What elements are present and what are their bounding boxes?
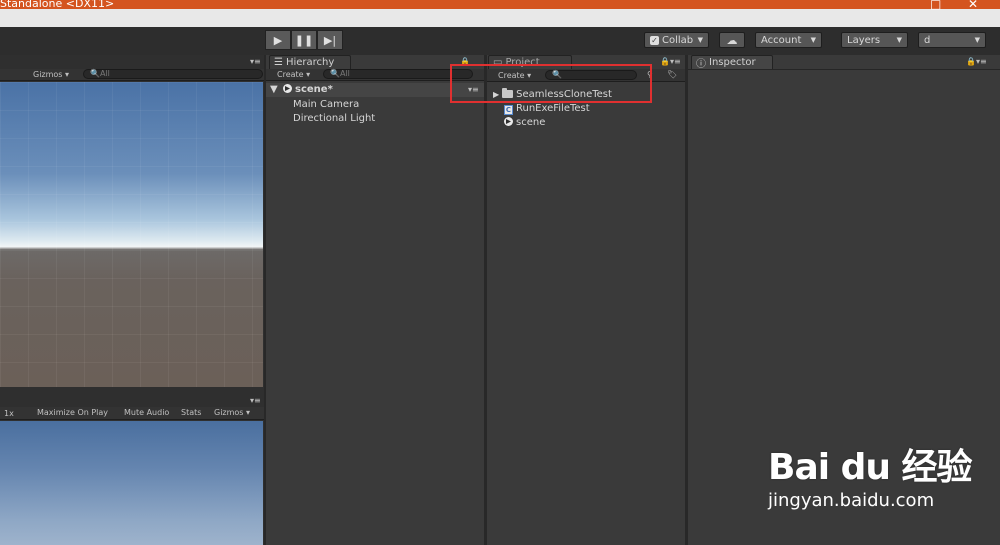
game-gizmos-dropdown[interactable]: Gizmos ▾	[214, 408, 250, 417]
cloud-button[interactable]: ☁	[719, 32, 745, 48]
maximize-on-play-toggle[interactable]: Maximize On Play	[37, 408, 108, 417]
close-button[interactable]: ✕	[968, 0, 978, 11]
account-dropdown[interactable]: Account ▼	[755, 32, 822, 48]
scene-name: scene*	[283, 84, 333, 95]
cloud-icon: ☁	[726, 33, 738, 47]
project-item-scene[interactable]: scene	[504, 117, 545, 128]
mute-audio-toggle[interactable]: Mute Audio	[124, 408, 169, 417]
pause-button[interactable]: ❚❚	[291, 30, 317, 50]
playback-controls: ▶ ❚❚ ▶|	[265, 30, 343, 50]
hierarchy-panel	[266, 55, 484, 545]
title-bar: Standalone <DX11> □ ✕	[0, 0, 1000, 27]
chevron-down-icon: ▼	[896, 36, 902, 44]
scene-toolbar: Gizmos ▾ 🔍All	[0, 69, 264, 81]
check-icon: ✓	[650, 35, 659, 45]
panel-menu-icon[interactable]: ▾≡	[250, 57, 261, 66]
layout-label: d	[924, 34, 931, 46]
layers-label: Layers	[847, 34, 881, 46]
play-icon: ▶	[273, 33, 283, 47]
chevron-down-icon: ▼	[810, 36, 816, 44]
maximize-button[interactable]: □	[930, 0, 941, 11]
scene-grid	[0, 82, 263, 387]
list-icon: ☰	[274, 57, 283, 68]
stats-toggle[interactable]: Stats	[181, 408, 201, 417]
inspector-divider	[688, 69, 1000, 70]
chevron-down-icon: ▼	[974, 36, 980, 44]
expand-arrow-icon[interactable]: ▼	[270, 84, 278, 95]
unity-scene-icon	[283, 84, 292, 93]
panel-menu-icon[interactable]: 🔒▾≡	[966, 57, 987, 66]
layers-dropdown[interactable]: Layers ▼	[841, 32, 908, 48]
info-icon: ⓘ	[696, 59, 706, 70]
layout-dropdown[interactable]: d ▼	[918, 32, 986, 48]
window-title: Standalone <DX11>	[0, 0, 115, 10]
hierarchy-tab-label: Hierarchy	[285, 57, 335, 68]
panel-menu-icon[interactable]: ▾≡	[250, 396, 261, 405]
play-button[interactable]: ▶	[265, 30, 291, 50]
inspector-tab-label: Inspector	[709, 57, 756, 68]
step-icon: ▶|	[323, 33, 337, 47]
chevron-down-icon: ▼	[697, 36, 703, 44]
tab-inspector[interactable]: ⓘ Inspector	[691, 55, 773, 70]
game-scale[interactable]: 1x	[4, 409, 14, 418]
step-button[interactable]: ▶|	[317, 30, 343, 50]
gizmos-dropdown[interactable]: Gizmos ▾	[33, 70, 69, 79]
scene-search-input[interactable]: 🔍All	[83, 69, 263, 79]
main-toolbar: ▶ ❚❚ ▶| ✓ Collab ▼ ☁ Account ▼ Layers ▼ …	[0, 27, 1000, 55]
filter-by-label-icon[interactable]: 🏷	[667, 70, 677, 79]
highlight-annotation	[450, 64, 652, 103]
hierarchy-item-directional-light[interactable]: Directional Light	[293, 113, 375, 124]
baidu-watermark: Bai du 经验 jingyan.baidu.com	[768, 438, 973, 511]
project-list: ▶ SeamlessCloneTest C RunExeFileTest scene	[487, 83, 685, 545]
baidu-logo: Bai du 经验	[768, 447, 973, 488]
hierarchy-item-main-camera[interactable]: Main Camera	[293, 99, 359, 110]
unity-scene-icon	[504, 117, 513, 126]
collab-label: Collab	[662, 34, 694, 46]
hierarchy-create-dropdown[interactable]: Create ▾	[277, 70, 310, 79]
account-label: Account	[761, 34, 802, 46]
tab-hierarchy[interactable]: ☰ Hierarchy	[269, 55, 351, 69]
watermark-url: jingyan.baidu.com	[768, 490, 935, 511]
csharp-script-icon: C	[504, 105, 513, 115]
collab-dropdown[interactable]: ✓ Collab ▼	[644, 32, 709, 48]
game-viewport	[0, 421, 263, 545]
project-item-runexefiletest[interactable]: C RunExeFileTest	[504, 103, 590, 115]
game-toolbar: 1x Maximize On Play Mute Audio Stats Giz…	[0, 407, 264, 420]
panel-menu-icon[interactable]: 🔒▾≡	[660, 57, 681, 66]
pause-icon: ❚❚	[294, 33, 314, 47]
